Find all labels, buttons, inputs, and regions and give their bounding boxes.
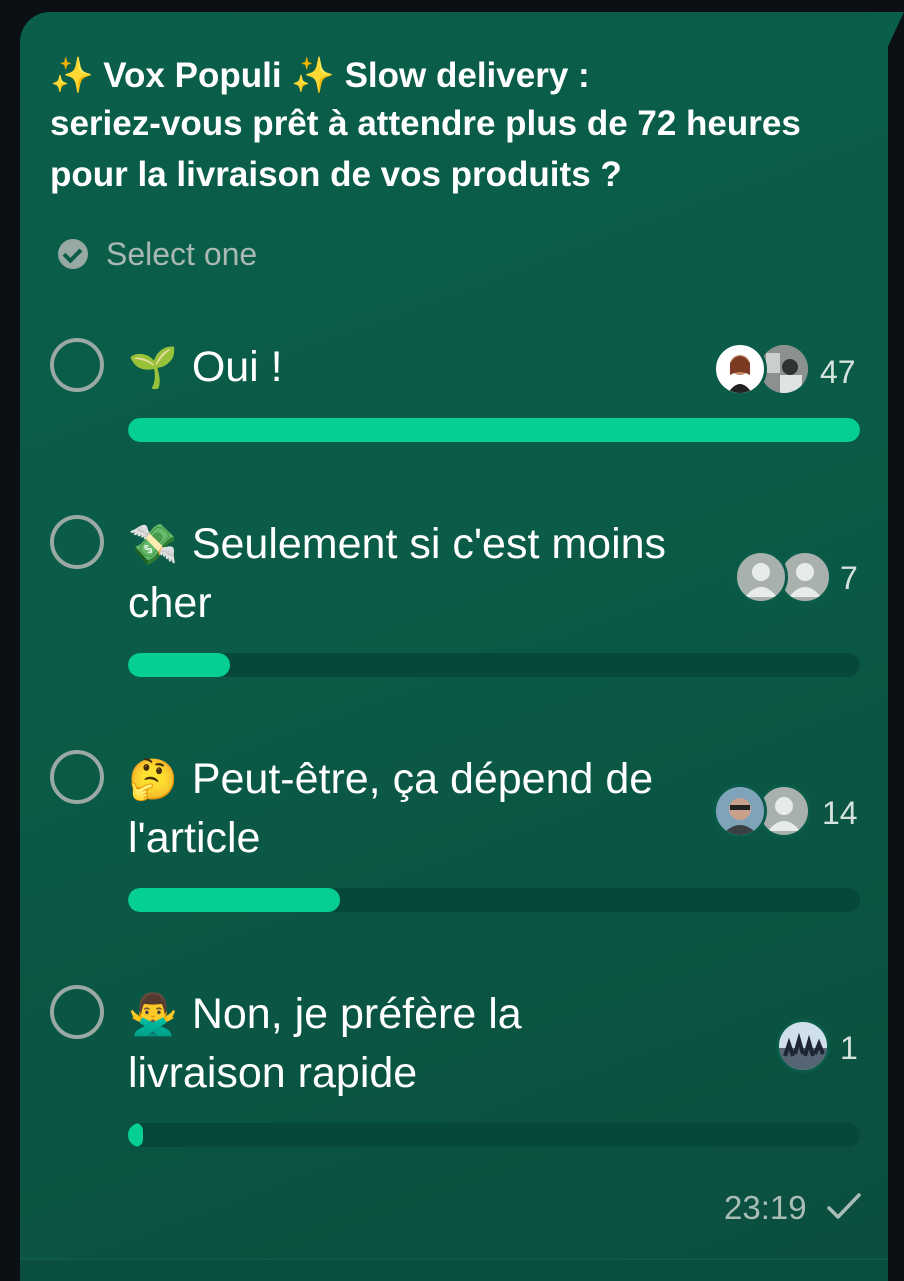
- voter-avatars[interactable]: [776, 1019, 832, 1073]
- poll-option-label: 🙅‍♂️ Non, je préfère la livraison rapide: [128, 985, 688, 1102]
- radio-button[interactable]: [50, 515, 104, 569]
- voter-avatars[interactable]: [713, 342, 813, 396]
- progress-fill: [128, 653, 231, 677]
- poll-option-label: 🌱 Oui !: [128, 338, 688, 397]
- check-circle-icon: [58, 239, 88, 269]
- avatar: [776, 1019, 830, 1073]
- voter-avatars[interactable]: [734, 550, 834, 604]
- poll-option-label: 🤔 Peut-être, ça dépend de l'article: [128, 750, 688, 867]
- poll-option-label: 💸 Seulement si c'est moins cher: [128, 515, 688, 632]
- option-text: Peut-être, ça dépend de l'article: [128, 755, 654, 862]
- seedling-icon: 🌱: [128, 346, 178, 390]
- progress-fill: [128, 888, 341, 912]
- avatar: [713, 342, 767, 396]
- radio-button[interactable]: [50, 985, 104, 1039]
- money-wings-icon: 💸: [128, 523, 178, 567]
- select-one-hint: Select one: [58, 236, 257, 272]
- radio-button[interactable]: [50, 750, 104, 804]
- message-timestamp: 23:19: [724, 1189, 807, 1226]
- poll-question-body: seriez-vous prêt à attendre plus de 72 h…: [50, 104, 801, 195]
- radio-button[interactable]: [50, 338, 104, 392]
- select-one-label: Select one: [106, 235, 258, 272]
- progress-bar: [128, 1123, 860, 1147]
- poll-question-title: ✨ Vox Populi ✨ Slow delivery :: [50, 56, 590, 95]
- man-gesturing-no-icon: 🙅‍♂️: [128, 993, 178, 1037]
- voter-avatars[interactable]: [713, 784, 813, 838]
- option-text: Non, je préfère la livraison rapide: [128, 990, 522, 1097]
- option-text: Seulement si c'est moins cher: [128, 520, 667, 627]
- progress-bar: [128, 418, 860, 442]
- vote-count: 14: [822, 795, 858, 831]
- bubble-bottom-edge: [20, 1258, 888, 1281]
- vote-count: 47: [820, 354, 856, 390]
- thinking-face-icon: 🤔: [128, 758, 178, 802]
- progress-fill: [128, 418, 860, 442]
- poll-question: ✨ Vox Populi ✨ Slow delivery : seriez-vo…: [50, 48, 850, 201]
- option-text: Oui !: [191, 343, 283, 391]
- bubble-tail: [870, 12, 904, 52]
- avatar: [713, 784, 767, 838]
- progress-bar: [128, 888, 860, 912]
- vote-count: 7: [840, 560, 858, 596]
- progress-bar: [128, 653, 860, 677]
- default-avatar-icon: [734, 550, 788, 604]
- vote-count: 1: [840, 1030, 858, 1066]
- single-check-icon: [827, 1193, 861, 1219]
